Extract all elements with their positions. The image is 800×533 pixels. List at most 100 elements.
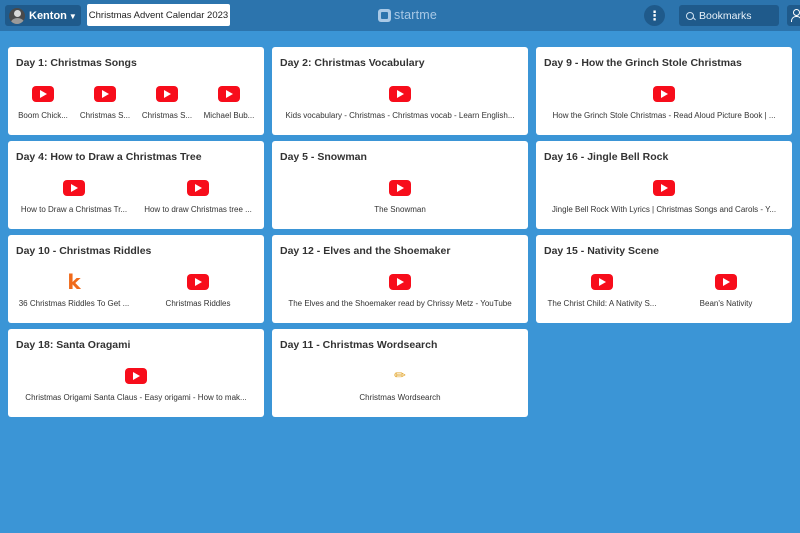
bookmark-link[interactable]: Christmas Riddles [136,271,260,308]
card-links: ✏ Christmas Wordsearch [276,365,524,402]
bookmark-link[interactable]: Michael Bub... [198,83,260,120]
bookmark-link[interactable]: The Elves and the Shoemaker read by Chri… [276,271,524,308]
bookmark-link[interactable]: k 36 Christmas Riddles To Get ... [12,271,136,308]
startme-logo-icon [378,8,391,22]
user-menu-button[interactable]: Kenton ▼ [5,5,81,26]
youtube-icon [187,274,209,290]
link-icon-wrap [218,83,240,105]
bookmark-link[interactable]: Jingle Bell Rock With Lyrics | Christmas… [540,177,788,214]
link-icon-wrap [156,83,178,105]
card-title: Day 10 - Christmas Riddles [16,245,152,257]
link-label: The Elves and the Shoemaker read by Chri… [288,299,512,308]
link-icon-wrap [389,177,411,199]
youtube-icon [94,86,116,102]
user-name: Kenton [29,9,67,22]
search-placeholder: Bookmarks [699,9,752,22]
youtube-icon [125,368,147,384]
link-label: Christmas S... [79,111,131,120]
youtube-icon [218,86,240,102]
bookmark-card: Day 10 - Christmas Riddles k 36 Christmas … [8,235,264,323]
link-icon-wrap: k [67,271,80,293]
bookmark-link[interactable]: Christmas S... [74,83,136,120]
search-icon [686,11,694,20]
account-button[interactable] [787,5,800,26]
link-icon-wrap [653,83,675,105]
bookmark-link[interactable]: How to draw Christmas tree ... [136,177,260,214]
card-links: Jingle Bell Rock With Lyrics | Christmas… [540,177,788,214]
top-bar: Kenton ▼ Christmas Advent Calendar 2023 … [0,0,800,31]
youtube-icon [591,274,613,290]
card-title: Day 9 - How the Grinch Stole Christmas [544,57,742,69]
bookmark-card: Day 18: Santa Oragami Christmas Origami S… [8,329,264,417]
card-title: Day 15 - Nativity Scene [544,245,659,257]
bookmark-link[interactable]: Christmas Origami Santa Claus - Easy ori… [12,365,260,402]
avatar [9,7,25,24]
link-icon-wrap [389,271,411,293]
link-label: Boom Chick... [18,111,68,120]
bookmark-link[interactable]: The Snowman [276,177,524,214]
bookmark-card: Day 5 - Snowman The Snowman [272,141,528,229]
bookmark-link[interactable]: How to Draw a Christmas Tr... [12,177,136,214]
card-title: Day 16 - Jingle Bell Rock [544,151,669,163]
link-icon-wrap [32,83,54,105]
bookmark-card: Day 4: How to Draw a Christmas Tree How t… [8,141,264,229]
youtube-icon [63,180,85,196]
card-links: How to Draw a Christmas Tr... How to draw… [12,177,260,214]
bookmark-link[interactable]: How the Grinch Stole Christmas - Read Al… [540,83,788,120]
card-links: Christmas Origami Santa Claus - Easy ori… [12,365,260,402]
card-title: Day 12 - Elves and the Shoemaker [280,245,451,257]
link-label: Bean's Nativity [699,299,753,308]
card-links: The Snowman [276,177,524,214]
card-links: Boom Chick... Christmas S... Christmas S..… [12,83,260,120]
link-icon-wrap [125,365,147,387]
youtube-icon [32,86,54,102]
bookmark-card: Day 9 - How the Grinch Stole Christmas Ho… [536,47,792,135]
link-icon-wrap [653,177,675,199]
bookmark-card: Day 12 - Elves and the Shoemaker The Elve… [272,235,528,323]
card-title: Day 18: Santa Oragami [16,339,131,351]
bookmark-card: Day 1: Christmas Songs Boom Chick... Chris… [8,47,264,135]
link-icon-wrap [63,177,85,199]
card-title: Day 1: Christmas Songs [16,57,137,69]
logo-text: startme [394,8,438,22]
youtube-icon [187,180,209,196]
youtube-icon [715,274,737,290]
bookmark-link[interactable]: Kids vocabulary - Christmas - Christmas … [276,83,524,120]
bookmark-link[interactable]: Christmas S... [136,83,198,120]
youtube-icon [653,180,675,196]
card-links: The Christ Child: A Nativity S... Bean's … [540,271,788,308]
link-label: Christmas Riddles [165,299,231,308]
kizi-k-icon: k [67,270,81,294]
tab-advent-calendar[interactable]: Christmas Advent Calendar 2023 [87,4,230,26]
startme-logo[interactable]: startme [378,7,437,23]
link-label: 36 Christmas Riddles To Get ... [18,299,130,308]
bookmark-card: Day 11 - Christmas Wordsearch ✏ Christmas … [272,329,528,417]
bookmark-link[interactable]: The Christ Child: A Nativity S... [540,271,664,308]
card-links: How the Grinch Stole Christmas - Read Al… [540,83,788,120]
bookmarks-search[interactable]: Bookmarks [679,5,779,26]
bookmark-link[interactable]: Boom Chick... [12,83,74,120]
user-icon [791,9,800,22]
link-icon-wrap: ✏ [394,365,406,387]
link-label: Christmas Wordsearch [359,393,441,402]
link-icon-wrap [715,271,737,293]
pencil-icon: ✏ [394,368,406,384]
card-title: Day 4: How to Draw a Christmas Tree [16,151,202,163]
bookmark-link[interactable]: Bean's Nativity [664,271,788,308]
link-label: How to Draw a Christmas Tr... [20,205,128,214]
link-icon-wrap [94,83,116,105]
link-label: Jingle Bell Rock With Lyrics | Christmas… [551,205,777,214]
youtube-icon [653,86,675,102]
card-title: Day 5 - Snowman [280,151,367,163]
link-label: How to draw Christmas tree ... [144,205,252,214]
link-label: How the Grinch Stole Christmas - Read Al… [552,111,776,120]
link-label: The Snowman [374,205,426,214]
more-options-button[interactable]: ⋮ [644,5,665,26]
link-label: Christmas Origami Santa Claus - Easy ori… [25,393,247,402]
bookmark-link[interactable]: ✏ Christmas Wordsearch [276,365,524,402]
bookmark-card: Day 15 - Nativity Scene The Christ Child:… [536,235,792,323]
youtube-icon [389,86,411,102]
youtube-icon [156,86,178,102]
youtube-icon [389,180,411,196]
bookmark-card: Day 2: Christmas Vocabulary Kids vocabula… [272,47,528,135]
